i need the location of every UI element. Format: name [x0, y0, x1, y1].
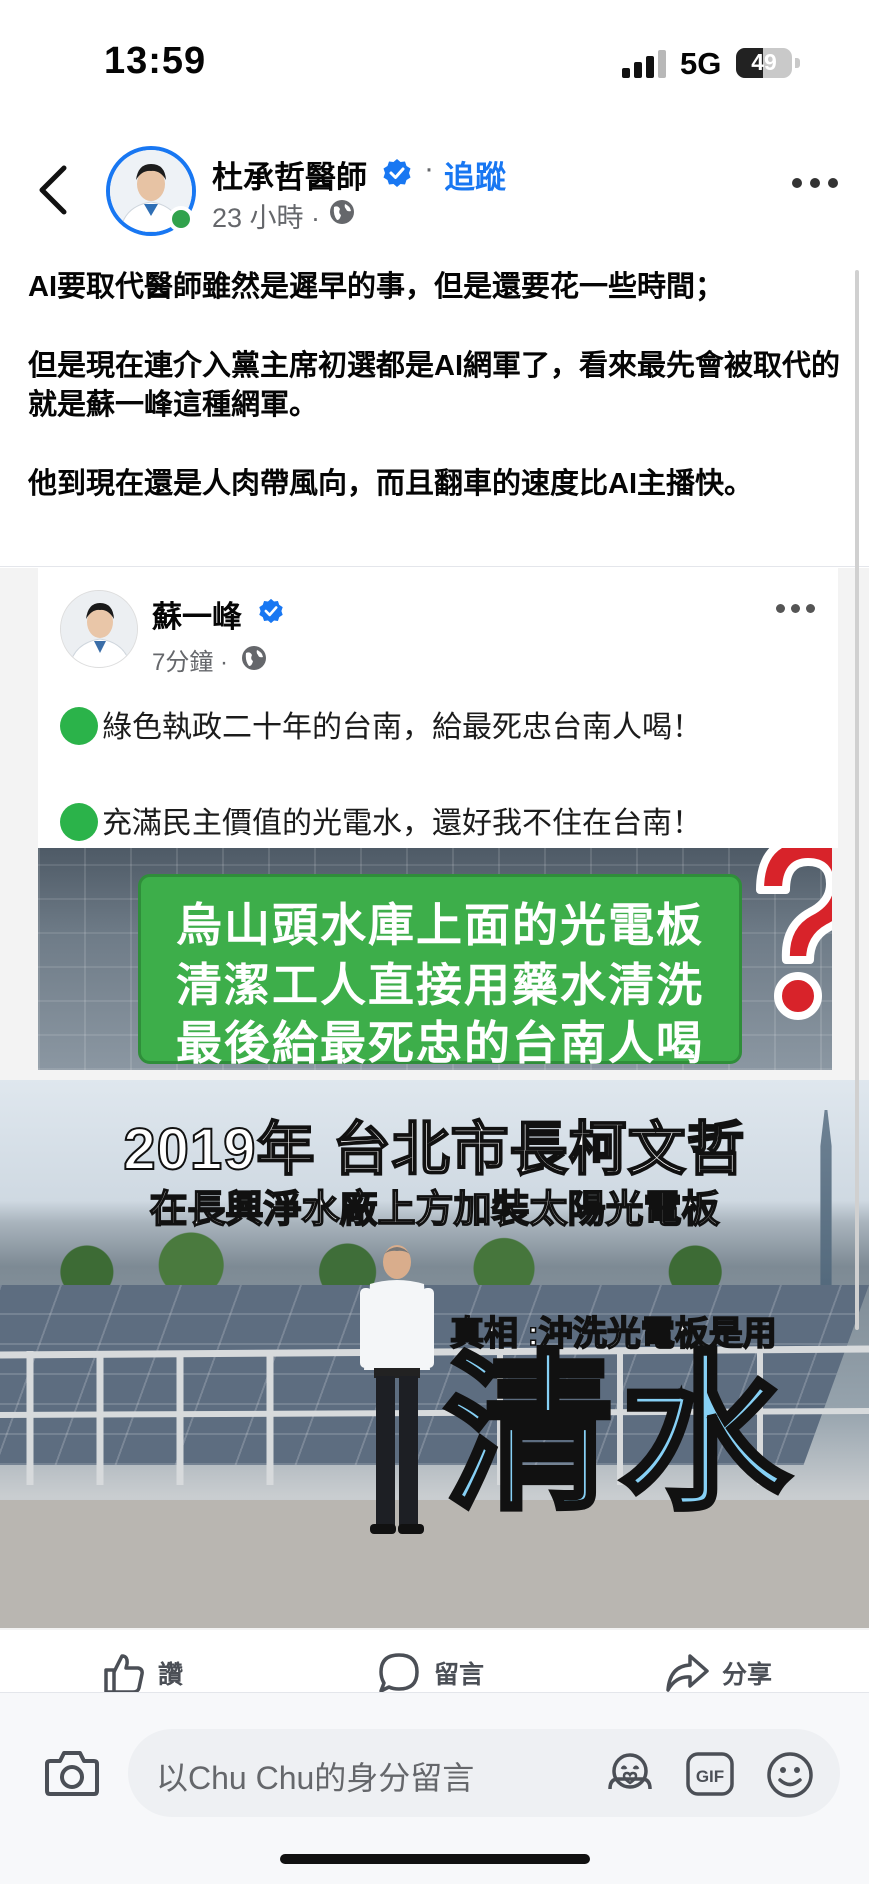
comment-label: 留言 [434, 1661, 485, 1689]
share-label: 分享 [722, 1661, 773, 1689]
thumbs-up-icon [104, 1654, 144, 1694]
embedded-author-avatar [60, 590, 138, 668]
emoji-icon[interactable] [764, 1749, 816, 1801]
gif-label: GIF [696, 1767, 724, 1786]
like-button[interactable]: 讚 [100, 1650, 183, 1696]
green-circle-icon [60, 803, 98, 841]
person-figure [360, 1245, 434, 1534]
network-type: 5G [680, 46, 722, 81]
embedded-timestamp: 7分鐘 · [152, 649, 229, 676]
embedded-line-1: 綠色執政二十年的台南，給最死忠台南人喝！ [60, 702, 702, 746]
sign-line: 烏山頭水庫上面的光電板 [176, 899, 704, 951]
comment-placeholder: 以Chu Chu的身分留言 [156, 1760, 475, 1796]
embedded-line-text: 充滿民主價值的光電水，還好我不住在台南！ [102, 807, 702, 840]
post-paragraph: 他到現在還是人肉帶風向，而且翻車的速度比AI主播快。 [28, 468, 754, 500]
camera-icon[interactable] [44, 1747, 100, 1797]
question-mark-icon [756, 848, 832, 1020]
online-status-dot [168, 206, 194, 232]
home-indicator[interactable] [280, 1854, 590, 1864]
sign-line: 清潔工人直接用藥水清洗 [176, 959, 704, 1011]
green-sign: 烏山頭水庫上面的光電板 清潔工人直接用藥水清洗 最後給最死忠的台南人喝 [138, 874, 742, 1069]
like-label: 讚 [158, 1661, 184, 1689]
more-options-icon[interactable] [792, 176, 838, 190]
post-timestamp: 23 小時 · [212, 203, 321, 233]
comment-button[interactable]: 留言 [376, 1650, 484, 1696]
share-arrow-icon [666, 1654, 709, 1692]
post-paragraph: 但是現在連介入黨主席初選都是AI網軍了，看來最先會被取代的就是蘇一峰這種網軍。 [28, 350, 841, 421]
divider [0, 566, 869, 567]
green-circle-icon [60, 707, 98, 745]
globe-icon [330, 200, 354, 224]
embedded-verified-badge-icon [259, 598, 283, 624]
solar-panel-sign-photo: 烏山頭水庫上面的光電板 清潔工人直接用藥水清洗 最後給最死忠的台南人喝 [38, 848, 832, 1070]
embedded-author-name: 蘇一峰 [152, 601, 242, 634]
status-time: 13:59 [104, 40, 207, 82]
battery-nub [795, 58, 800, 68]
cellular-signal-icon [622, 50, 666, 78]
post-paragraph: AI要取代醫師雖然是遲早的事，但是還要花一些時間； [28, 271, 725, 303]
embedded-line-2: 充滿民主價值的光電水，還好我不住在台南！ [60, 798, 702, 842]
status-bar: 13:59 5G 49 [0, 0, 869, 110]
truth-big-text: 清水 [441, 1340, 797, 1530]
separator-dot: · [424, 152, 434, 185]
headline-1: 2019年 台北市長柯文哲 [122, 1116, 746, 1183]
comment-input[interactable]: 以Chu Chu的身分留言 GIF [128, 1729, 840, 1817]
embedded-line-text: 綠色執政二十年的台南，給最死忠台南人喝！ [102, 711, 702, 744]
author-name[interactable]: 杜承哲醫師 [212, 152, 367, 197]
embedded-globe-icon [242, 646, 266, 670]
battery-icon: 49 [736, 48, 792, 78]
verified-badge-icon [383, 159, 411, 187]
share-button[interactable]: 分享 [664, 1650, 772, 1696]
comment-bubble-icon [379, 1653, 419, 1693]
avatar-sticker-icon[interactable] [604, 1749, 656, 1799]
scrollbar[interactable] [855, 270, 859, 1330]
rooftop-solar-photo: 2019年 台北市長柯文哲 在長興淨水廠上方加裝太陽光電板 真相 :沖洗光電板是… [0, 1080, 869, 1628]
follow-button[interactable]: 追蹤 [444, 152, 506, 197]
post-body: AI要取代醫師雖然是遲早的事，但是還要花一些時間； 但是現在連介入黨主席初選都是… [28, 268, 848, 544]
headline-2: 在長興淨水廠上方加裝太陽光電板 [149, 1188, 721, 1232]
back-icon[interactable] [34, 160, 74, 220]
embedded-more-icon [776, 604, 816, 614]
gif-icon[interactable]: GIF [684, 1749, 736, 1799]
embedded-post-card: 蘇一峰 7分鐘 · 綠色執政二十年的台南，給最死忠台南人喝！ 充滿民主價值的光電… [38, 568, 838, 848]
sign-line: 最後給最死忠的台南人喝 [176, 1017, 704, 1069]
post-image[interactable]: 蘇一峰 7分鐘 · 綠色執政二十年的台南，給最死忠台南人喝！ 充滿民主價值的光電… [0, 568, 869, 1630]
battery-level: 49 [751, 49, 777, 75]
